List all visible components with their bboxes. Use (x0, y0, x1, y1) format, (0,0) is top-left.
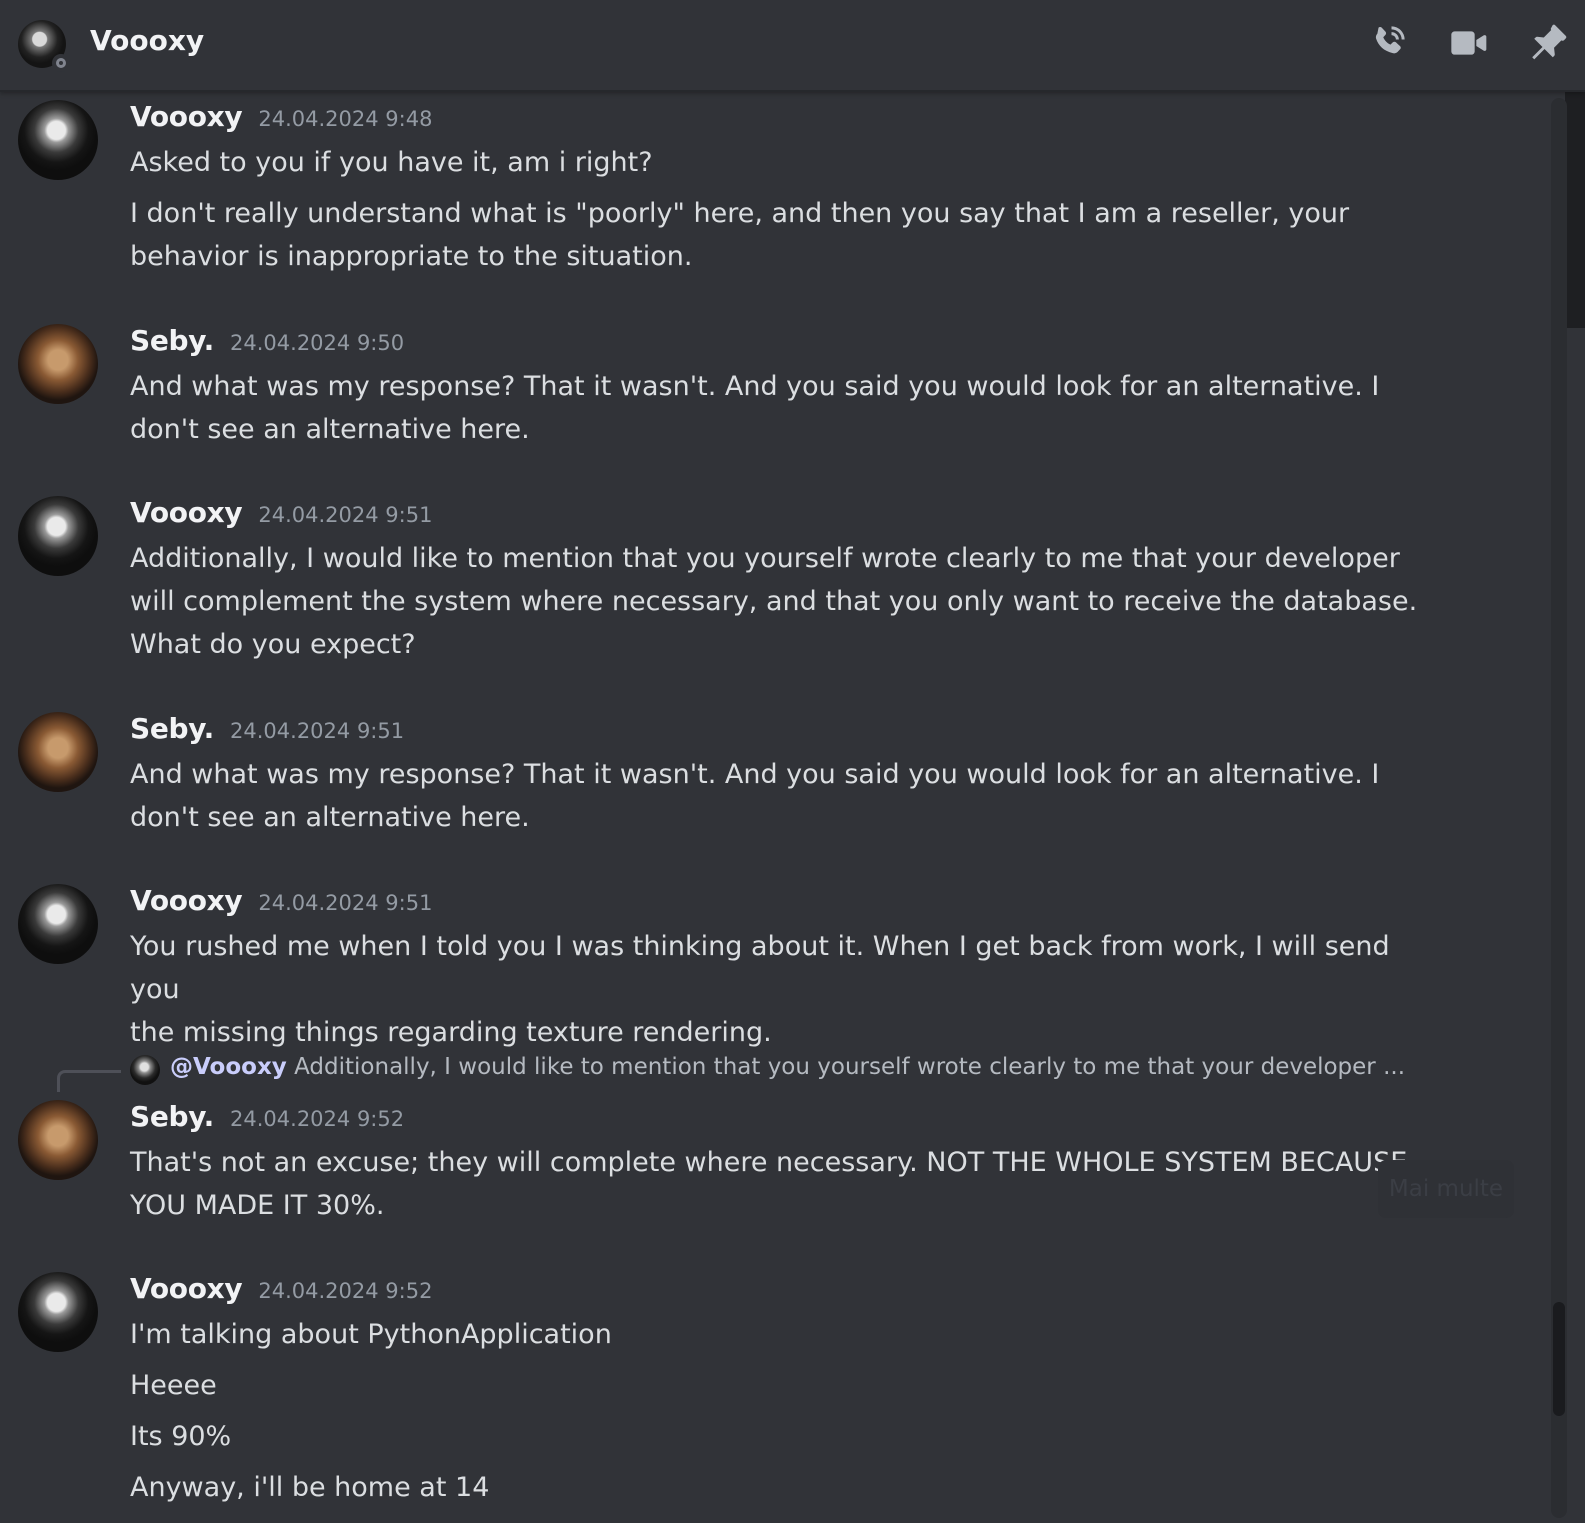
message-text: Its 90% (130, 1421, 232, 1452)
message-text: I'm talking about PythonApplication (130, 1319, 612, 1350)
timestamp: 24.04.2024 9:50 (230, 331, 405, 355)
voooxy-avatar[interactable] (18, 496, 98, 576)
voooxy-avatar[interactable] (18, 1272, 98, 1352)
timestamp: 24.04.2024 9:51 (258, 503, 433, 527)
reply-preview-text: Additionally, I would like to mention th… (294, 1054, 1406, 1080)
message-text: I don't really understand what is "poorl… (130, 198, 1350, 272)
message-text: That's not an excuse; they will complete… (130, 1147, 1408, 1221)
channel-title[interactable]: Voooxy (90, 24, 204, 57)
reply-mention[interactable]: @Voooxy (170, 1054, 287, 1080)
message-text: And what was my response? That it wasn't… (130, 759, 1380, 833)
timestamp: 24.04.2024 9:51 (258, 891, 433, 915)
username[interactable]: Seby. (130, 1100, 214, 1133)
message-text: Additionally, I would like to mention th… (130, 543, 1418, 660)
scrollbar-thumb[interactable] (1553, 1302, 1565, 1416)
seby-avatar[interactable] (18, 324, 98, 404)
message-text: You rushed me when I told you I was thin… (130, 931, 1390, 1048)
seby-avatar[interactable] (18, 712, 98, 792)
seby-avatar[interactable] (18, 1100, 98, 1180)
timestamp: 24.04.2024 9:48 (258, 107, 433, 131)
pin-icon[interactable] (1525, 20, 1571, 66)
username[interactable]: Seby. (130, 712, 214, 745)
username[interactable]: Voooxy (130, 496, 243, 529)
username[interactable]: Voooxy (130, 1272, 243, 1305)
message-list: Voooxy 24.04.2024 9:48 Asked to you if y… (0, 92, 1520, 1523)
header-avatar[interactable] (18, 20, 70, 72)
message-text: Asked to you if you have it, am i right? (130, 147, 653, 178)
reply-avatar[interactable] (130, 1055, 160, 1085)
header-toolbar (1365, 20, 1571, 66)
voooxy-avatar[interactable] (18, 884, 98, 964)
timestamp: 24.04.2024 9:52 (258, 1279, 433, 1303)
voooxy-avatar[interactable] (18, 100, 98, 180)
timestamp: 24.04.2024 9:51 (230, 719, 405, 743)
reply-preview[interactable]: @Voooxy Additionally, I would like to me… (170, 1054, 1410, 1080)
more-button[interactable]: Mai multe (1378, 1160, 1514, 1218)
message-text: Anyway, i'll be home at 14 (130, 1472, 490, 1503)
phone-call-icon[interactable] (1365, 20, 1411, 66)
video-camera-icon[interactable] (1445, 20, 1491, 66)
username[interactable]: Voooxy (130, 884, 243, 917)
timestamp: 24.04.2024 9:52 (230, 1107, 405, 1131)
scroll-edge (1565, 92, 1585, 328)
username[interactable]: Seby. (130, 324, 214, 357)
reply-spine (57, 1070, 121, 1092)
offline-status-icon (52, 54, 70, 72)
message-text: And what was my response? That it wasn't… (130, 371, 1380, 445)
dm-header: Voooxy (0, 0, 1585, 92)
message-text: Heeee (130, 1370, 217, 1401)
username[interactable]: Voooxy (130, 100, 243, 133)
